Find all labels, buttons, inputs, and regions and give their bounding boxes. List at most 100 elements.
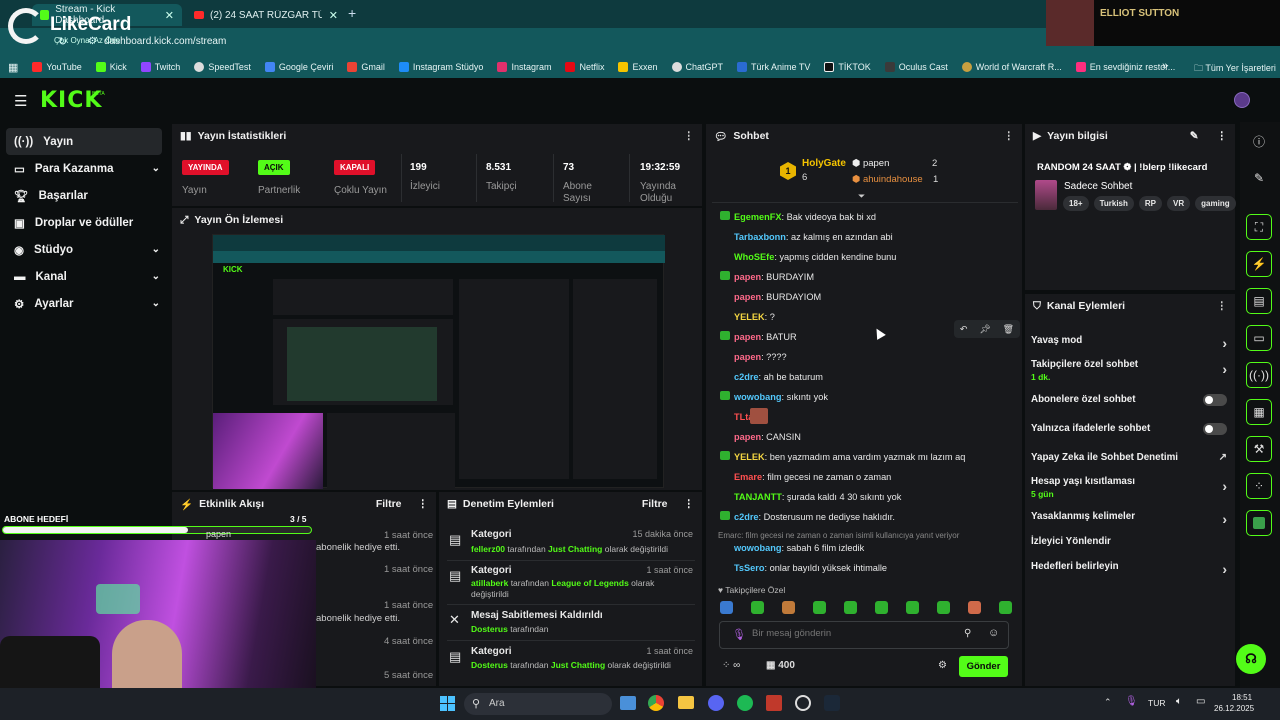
volume-icon[interactable]: 🔈︎ [1176,696,1182,707]
emote-4-icon[interactable] [813,601,826,614]
bookmark-twitch[interactable]: Twitch [140,62,180,72]
steam-icon[interactable] [824,695,840,711]
chat-username[interactable]: papen [734,432,761,442]
bookmark-turk-anime[interactable]: Türk Anime TV [737,62,810,72]
setting-set-goals[interactable]: Hedefleri belirleyin › [1031,561,1227,577]
chat-message[interactable]: wowobang: sıkıntı yok [720,391,828,402]
new-tab-button[interactable]: + [348,5,356,21]
activity-filter-button[interactable]: Filtre [376,498,402,510]
chat-message[interactable]: papen: ???? [720,351,787,362]
infinity-points-icon[interactable]: ⁘ ∞ [722,660,740,671]
more-options-icon[interactable]: ⋮ [1217,300,1228,312]
bookmark-tiktok[interactable]: TİKTOK [824,62,871,72]
chat-message[interactable]: papen: BURDAYIOM [720,291,821,302]
close-tab-icon[interactable]: ✕ [165,9,174,22]
emote-10-icon[interactable] [999,601,1012,614]
translate-icon[interactable]: ⚲ [964,628,971,639]
capture-icon[interactable]: ⛶ [1246,214,1272,240]
emote-6-icon[interactable] [875,601,888,614]
chat-username[interactable]: wowobang [734,543,781,553]
chat-message[interactable]: papen: BURDAYIM [720,271,814,282]
setting-slow-mode[interactable]: Yavaş mod › [1031,335,1227,351]
discord-icon[interactable] [708,695,724,711]
subscribers-only-toggle[interactable] [1203,394,1227,406]
input-language[interactable]: TUR [1148,698,1165,708]
bookmark-google-translate[interactable]: Google Çeviri [264,62,333,72]
bookmark-exxen[interactable]: Exxen [618,62,658,72]
more-bookmarks-icon[interactable]: » [1162,60,1168,72]
broadcast-icon[interactable]: ((·)) [1246,362,1272,388]
user-avatar[interactable] [1234,92,1250,108]
chat-message[interactable]: papen: CANSIN [720,431,801,442]
channel-points[interactable]: ▦ 400 [766,660,795,671]
setting-banned-words[interactable]: Yasaklanmış kelimeler › [1031,511,1227,527]
chat-settings-icon[interactable]: ⚙ [938,660,947,671]
chrome-icon[interactable] [648,695,664,711]
microphone-icon[interactable]: 🎙︎ [732,628,746,641]
stream-preview-video[interactable]: KICK [212,234,665,489]
chat-username[interactable]: c2dre [734,512,759,522]
chat-message[interactable]: c2dre: Dosterusum ne dediyse haklıdır. [720,511,895,522]
emote-5-icon[interactable] [844,601,857,614]
send-button[interactable]: Gönder [959,656,1008,677]
sidebar-item-para-kazanma[interactable]: ▭ Para Kazanma ⌄ [0,155,170,182]
all-bookmarks[interactable]: 🗀 Tüm Yer İşaretleri [1194,61,1276,77]
more-options-icon[interactable]: ⋮ [1004,130,1015,142]
bookmark-wow[interactable]: World of Warcraft R... [961,62,1062,72]
chat-message[interactable]: YELEK: ? [720,311,775,322]
setting-ai-moderation[interactable]: Yapay Zeka ile Sohbet Denetimi ↗ [1031,452,1227,463]
hamburger-menu-icon[interactable]: ☰ [14,92,27,110]
widgets-icon[interactable] [620,696,636,710]
info-icon[interactable]: ⓘ [1246,128,1272,154]
chat-username[interactable]: papen [734,352,761,362]
chat-message[interactable]: papen: BATUR [720,331,797,342]
sidebar-item-yayin[interactable]: ((·)) Yayın [6,128,162,155]
chat-username[interactable]: wowobang [734,392,781,402]
archive-icon[interactable]: ▦ [1246,399,1272,425]
microphone-tray-icon[interactable]: 🎙︎ [1125,696,1138,707]
emote-3-icon[interactable] [782,601,795,614]
windows-start-icon[interactable] [440,696,455,711]
tag-chip[interactable]: Turkish [1093,196,1134,211]
bookmark-speedtest[interactable]: SpeedTest [194,62,251,72]
moderation-filter-button[interactable]: Filtre [642,498,668,510]
chat-message[interactable]: TsSero: onlar bayıldı yüksek ihtimalle [720,562,887,573]
more-options-icon[interactable]: ⋮ [418,498,429,510]
users-icon[interactable]: ⁘ [1246,473,1272,499]
edit-pencil-icon[interactable]: ✎ [1190,130,1199,142]
chat-username[interactable]: WhoSEfe [734,252,774,262]
edit-icon[interactable]: ✎ [1246,165,1272,191]
leaderboard-top-user[interactable]: HolyGate [802,158,846,169]
chat-username[interactable]: Tarbaxbonn [734,232,786,242]
leaderboard-user-2[interactable]: ⬢ papen [852,158,889,169]
chat-username[interactable]: TsSero [734,563,764,573]
tag-chip[interactable]: RP [1138,196,1163,211]
taskbar-search[interactable]: ⚲ Ara [464,693,612,715]
chat-message-input[interactable] [752,628,942,639]
tag-chip[interactable]: gaming [1195,196,1236,211]
chat-username[interactable]: papen [734,332,761,342]
chat-username[interactable]: c2dre [734,372,759,382]
chat-message[interactable]: YELEK: ben yazmadım ama vardım yazmak mı… [720,451,965,462]
bookmark-netflix[interactable]: Netflix [565,62,604,72]
chat-username[interactable]: papen [734,292,761,302]
bookmark-restaurant[interactable]: En sevdiğiniz restor... [1075,62,1175,72]
collapse-leaderboard-icon[interactable]: ⏷ [858,191,865,202]
chat-message[interactable]: c2dre: ah be baturum [720,371,823,382]
close-tab-icon[interactable]: ✕ [329,9,338,22]
app-icon[interactable] [766,695,782,711]
obs-icon[interactable] [795,695,811,711]
category-thumbnail[interactable] [1035,180,1057,210]
bookmark-kick[interactable]: Kick [95,62,127,72]
sidebar-item-droplar[interactable]: ▣ Droplar ve ödüller [0,209,170,236]
bookmark-chatgpt[interactable]: ChatGPT [671,62,723,72]
apps-grid-icon[interactable]: ▦ [8,61,18,74]
chat-message[interactable]: EgemenFX: Bak videoya bak bi xd [720,211,876,222]
leaderboard-user-3[interactable]: ⬢ ahuindahouse [852,174,923,185]
bookmark-youtube[interactable]: YouTube [32,62,82,72]
emote-8-icon[interactable] [937,601,950,614]
document-icon[interactable]: ▤ [1246,288,1272,314]
setting-followers-only[interactable]: Takipçilere özel sohbet 1 dk. › [1031,359,1227,382]
chat-message[interactable]: TANJANTT: şurada kaldı 4 30 sıkıntı yok [720,491,901,502]
wrench-icon[interactable]: ⚒ [1246,436,1272,462]
